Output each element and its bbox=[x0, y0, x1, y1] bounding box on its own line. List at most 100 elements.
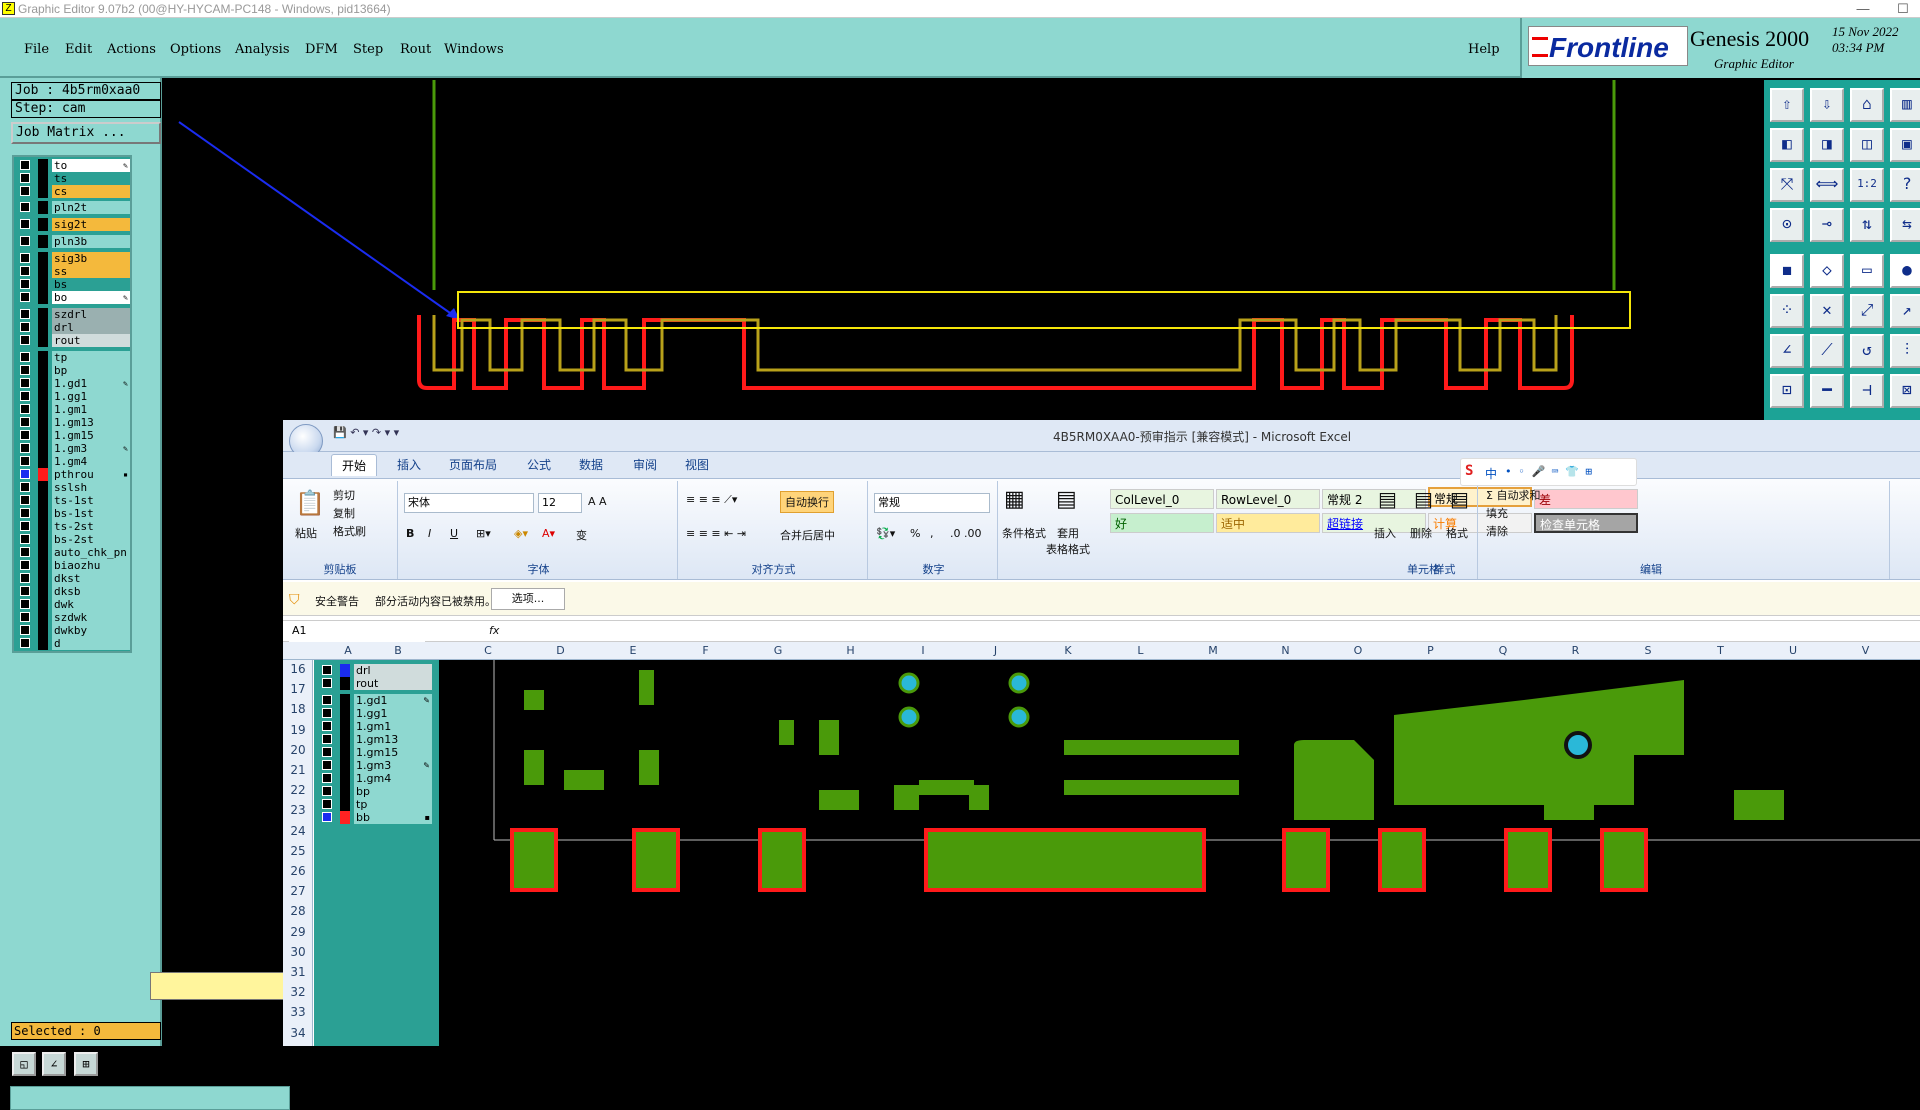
menu-file[interactable]: File bbox=[24, 42, 49, 57]
align-icon[interactable]: ⊣ bbox=[1850, 374, 1884, 408]
layer-checkbox[interactable] bbox=[20, 560, 30, 570]
layer-checkbox[interactable] bbox=[20, 495, 30, 505]
layer-row[interactable]: sslsh bbox=[18, 481, 130, 494]
flip-v-icon[interactable]: ⇅ bbox=[1850, 208, 1884, 242]
layer-row[interactable]: 1.gm13 bbox=[18, 416, 130, 429]
currency-icon[interactable]: 💱▾ bbox=[876, 527, 895, 540]
layer-row[interactable]: 1.gm4 bbox=[18, 455, 130, 468]
format-as-table-icon[interactable]: ▤ bbox=[1056, 487, 1077, 512]
row-header[interactable]: 33 bbox=[283, 1005, 313, 1019]
column-header[interactable]: F bbox=[676, 644, 736, 657]
layer-checkbox[interactable] bbox=[20, 456, 30, 466]
layer-checkbox[interactable] bbox=[20, 482, 30, 492]
home-icon[interactable]: ⌂ bbox=[1850, 88, 1884, 122]
fill-button[interactable]: 填充 bbox=[1486, 505, 1508, 521]
layer-checkbox[interactable] bbox=[20, 253, 30, 263]
layer-row[interactable]: 1.gm3 ✎ bbox=[18, 442, 130, 455]
layer-row[interactable]: 1.gd1 ✎ bbox=[18, 377, 130, 390]
column-header[interactable]: L bbox=[1111, 644, 1171, 657]
row-header[interactable]: 34 bbox=[283, 1026, 313, 1040]
style-cell-2[interactable]: RowLevel_0 bbox=[1216, 489, 1320, 509]
underline-button[interactable]: U bbox=[450, 527, 458, 540]
row-header[interactable]: 22 bbox=[283, 783, 313, 797]
layer-checkbox[interactable] bbox=[20, 173, 30, 183]
panel-icon[interactable]: ▥ bbox=[1890, 88, 1920, 122]
format-as-table-button[interactable]: 套用 表格格式 bbox=[1046, 525, 1090, 557]
layer-checkbox[interactable] bbox=[20, 508, 30, 518]
layer-checkbox[interactable] bbox=[20, 612, 30, 622]
layer-checkbox[interactable] bbox=[20, 352, 30, 362]
layer-row[interactable]: pln2t bbox=[18, 201, 130, 214]
format-icon[interactable]: ▤ bbox=[1450, 487, 1469, 511]
quick-access-toolbar[interactable]: 💾 ↶ ▾ ↷ ▾ ▾ bbox=[333, 426, 399, 439]
box-icon[interactable]: ⊡ bbox=[1770, 374, 1804, 408]
layer-row[interactable]: to ✎ bbox=[18, 159, 130, 172]
column-header[interactable]: U bbox=[1763, 644, 1823, 657]
tab-review[interactable]: 审阅 bbox=[633, 456, 657, 473]
layer-checkbox[interactable] bbox=[20, 236, 30, 246]
security-options-button[interactable]: 选项... bbox=[491, 588, 565, 610]
copy-button[interactable]: 复制 bbox=[333, 505, 355, 521]
column-header[interactable]: J bbox=[966, 644, 1026, 657]
undo-icon[interactable]: ↺ bbox=[1850, 334, 1884, 368]
layer-checkbox[interactable] bbox=[20, 378, 30, 388]
border-icon[interactable]: ⊞▾ bbox=[476, 527, 491, 540]
split-line-icon[interactable]: ⫶ bbox=[1890, 334, 1920, 368]
grow-font-icon[interactable]: A A bbox=[588, 495, 607, 508]
layer-row[interactable]: bs-2st bbox=[18, 533, 130, 546]
row-header[interactable]: 30 bbox=[283, 945, 313, 959]
pan-icon[interactable]: ⟺ bbox=[1810, 168, 1844, 202]
menu-help[interactable]: Help bbox=[1468, 42, 1500, 57]
layer-checkbox[interactable] bbox=[20, 469, 30, 479]
layer-checkbox[interactable] bbox=[20, 335, 30, 345]
column-header[interactable]: M bbox=[1183, 644, 1243, 657]
autosum-button[interactable]: Σ 自动求和 bbox=[1486, 487, 1540, 503]
move-down-icon[interactable]: ⇩ bbox=[1810, 88, 1844, 122]
flip-h-icon[interactable]: ⇆ bbox=[1890, 208, 1920, 242]
scale-icon[interactable]: 1:2 bbox=[1850, 168, 1884, 202]
tab-page-layout[interactable]: 页面布局 bbox=[449, 456, 497, 473]
fx-button[interactable]: fx bbox=[489, 624, 499, 637]
measure-tool-icon[interactable]: ∠ bbox=[42, 1052, 66, 1076]
column-header[interactable]: H bbox=[821, 644, 881, 657]
angle-icon[interactable]: ∠ bbox=[1770, 334, 1804, 368]
align-left-icon[interactable]: ≡ ≡ ≡ ⇤ ⇥ bbox=[686, 527, 746, 540]
layer-row[interactable]: bo ✎ bbox=[18, 291, 130, 304]
layer-row[interactable]: sig2t bbox=[18, 218, 130, 231]
column-header[interactable]: N bbox=[1256, 644, 1316, 657]
fit-icon[interactable]: ⤧ bbox=[1770, 168, 1804, 202]
row-header[interactable]: 17 bbox=[283, 682, 313, 696]
number-format-select[interactable]: 常规 bbox=[874, 493, 990, 513]
layer-checkbox[interactable] bbox=[20, 266, 30, 276]
wrap-text-button[interactable]: 自动换行 bbox=[780, 491, 834, 513]
layer-checkbox[interactable] bbox=[20, 534, 30, 544]
layer-checkbox[interactable] bbox=[20, 202, 30, 212]
tab-formulas[interactable]: 公式 bbox=[527, 456, 551, 473]
row-header[interactable]: 28 bbox=[283, 904, 313, 918]
pad-icon[interactable]: ● bbox=[1890, 254, 1920, 288]
layer-row[interactable]: drl bbox=[18, 321, 130, 334]
layer-row[interactable]: sig3b bbox=[18, 252, 130, 265]
layer-row[interactable]: szdrl bbox=[18, 308, 130, 321]
row-header[interactable]: 20 bbox=[283, 743, 313, 757]
tab-data[interactable]: 数据 bbox=[579, 456, 603, 473]
row-header[interactable]: 27 bbox=[283, 884, 313, 898]
layer-checkbox[interactable] bbox=[20, 599, 30, 609]
layer-checkbox[interactable] bbox=[20, 160, 30, 170]
row-header[interactable]: 24 bbox=[283, 824, 313, 838]
column-header[interactable]: Q bbox=[1473, 644, 1533, 657]
column-header[interactable]: K bbox=[1038, 644, 1098, 657]
italic-button[interactable]: I bbox=[428, 527, 431, 540]
name-box[interactable]: A1 bbox=[289, 622, 425, 642]
comma-button[interactable]: , bbox=[930, 527, 934, 540]
resize-icon[interactable]: ⤢ bbox=[1850, 294, 1884, 328]
layer-row[interactable]: pthrou ▪ bbox=[18, 468, 130, 481]
paste-icon[interactable]: 📋 bbox=[295, 489, 325, 517]
layer-checkbox[interactable] bbox=[20, 365, 30, 375]
menu-rout[interactable]: Rout bbox=[400, 42, 431, 57]
line-icon[interactable]: ▭ bbox=[1850, 254, 1884, 288]
layer-row[interactable]: dwkby bbox=[18, 624, 130, 637]
layer-row[interactable]: dksb bbox=[18, 585, 130, 598]
align-top-icon[interactable]: ≡ ≡ ≡ ⟋▾ bbox=[686, 493, 737, 507]
ime-tools-icon[interactable]: • ◦ 🎤 ⌨ 👕 ⊞ bbox=[1505, 465, 1592, 478]
